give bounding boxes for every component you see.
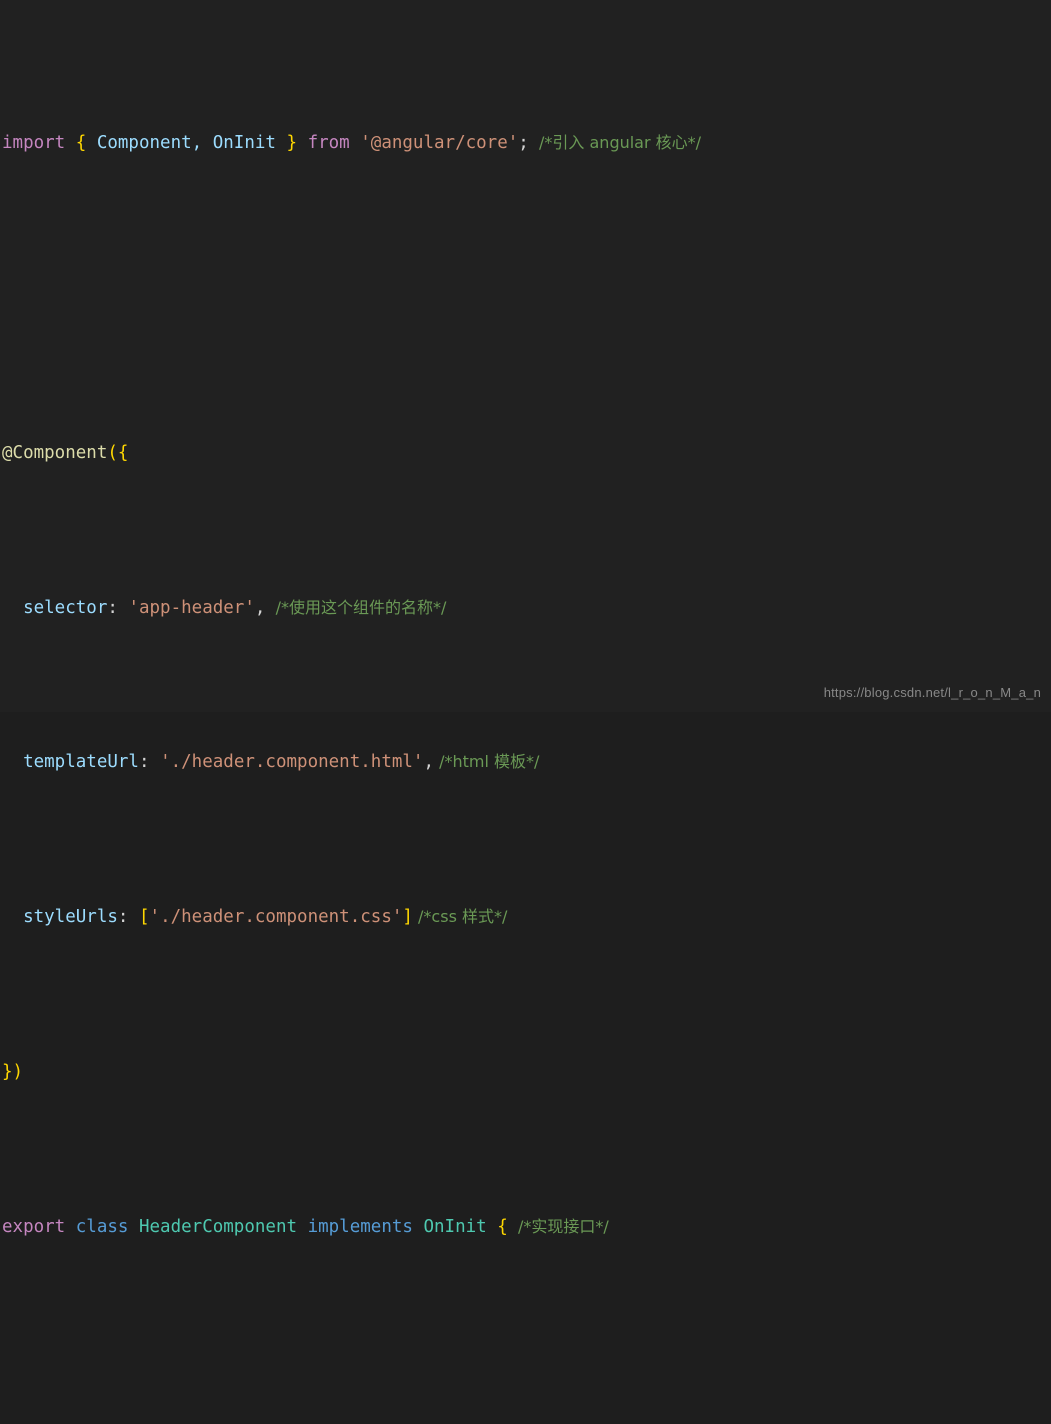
comma: , [423,752,435,773]
code-editor-surface[interactable]: import { Component, OnInit } from '@angu… [0,0,1051,1237]
array-bracket-close: ] [402,907,413,928]
comment-selector: /*使用这个组件的名称*/ [265,597,447,617]
decorator-open-paren: ({ [107,442,129,463]
import-brace-open: { [65,133,97,154]
array-bracket-open: [ [138,907,150,928]
class-brace-open: { [486,1216,508,1237]
semicolon: ; [518,133,529,154]
decorator-close: }) [2,1061,24,1082]
keyword-from: from [307,133,350,154]
code-line-8: export class HeaderComponent implements … [2,1208,1051,1247]
code-line-3: @Component({ [2,434,1051,473]
keyword-import: import [2,133,66,154]
comment-implements: /*实现接口*/ [507,1216,609,1236]
code-line-2-blank [2,279,1051,318]
colon: : [117,907,139,928]
property-style-urls: styleUrls [23,907,118,928]
keyword-export: export [2,1216,66,1237]
colon: : [138,752,161,773]
style-url-value: './header.component.css' [149,907,403,928]
import-brace-close: } [275,133,308,154]
template-url-value: './header.component.html' [160,752,424,773]
code-line-1: import { Component, OnInit } from '@angu… [2,124,1051,163]
code-line-5: templateUrl: './header.component.html', … [2,743,1051,782]
code-line-9-blank [2,1362,1051,1401]
code-line-7: }) [2,1053,1051,1092]
property-template-url: templateUrl [23,752,139,773]
comment-template: /*html 模板*/ [434,752,540,772]
class-name: HeaderComponent [138,1216,298,1237]
comment-import: /*引入 angular 核心*/ [528,133,702,153]
module-path-string: '@angular/core' [349,133,519,154]
comment-css: /*css 样式*/ [412,907,508,927]
property-selector: selector [23,597,108,618]
code-line-4: selector: 'app-header', /*使用这个组件的名称*/ [2,589,1051,628]
watermark-blog-url: https://blog.csdn.net/l_r_o_n_M_a_n [823,685,1041,700]
interface-name: OnInit [423,1216,487,1237]
selector-value: 'app-header' [128,597,255,618]
code-line-6: styleUrls: ['./header.component.css'] /*… [2,898,1051,937]
keyword-implements: implements [297,1216,424,1237]
comma: , [254,597,266,618]
decorator-component: @Component [2,442,108,463]
code-content[interactable]: import { Component, OnInit } from '@angu… [0,8,1051,1424]
colon: : [107,597,129,618]
named-imports: Component, OnInit [96,133,276,154]
keyword-class: class [65,1216,139,1237]
